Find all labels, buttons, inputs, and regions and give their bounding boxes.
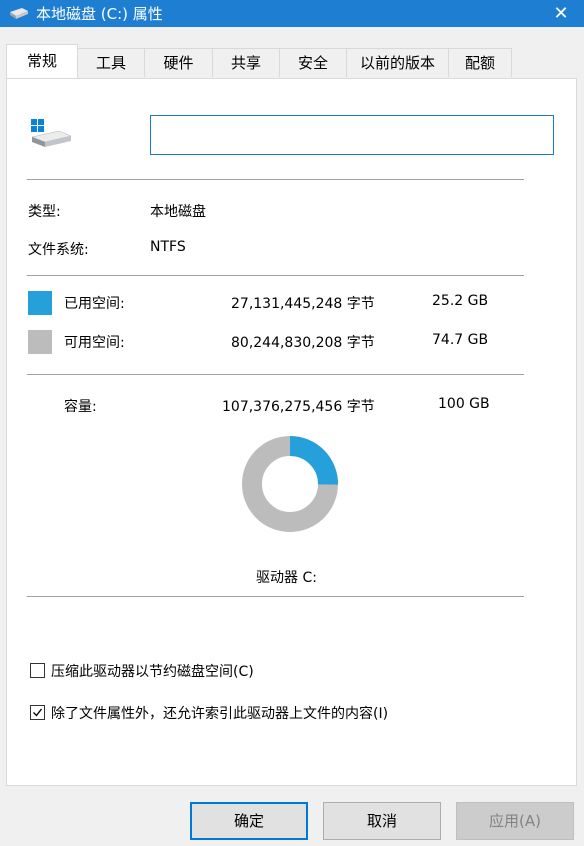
free-space-swatch	[28, 330, 52, 354]
tab-hardware[interactable]: 硬件	[144, 48, 213, 77]
donut-used-segment	[289, 436, 339, 485]
cancel-button[interactable]: 取消	[323, 802, 441, 840]
type-value: 本地磁盘	[150, 204, 206, 220]
used-space-size: 25.2 GB	[432, 293, 489, 309]
drive-icon	[10, 8, 28, 19]
separator	[27, 596, 524, 597]
checkmark-icon	[33, 708, 43, 717]
windows-drive-icon	[31, 119, 72, 147]
free-space-size: 74.7 GB	[432, 332, 489, 348]
used-space-label: 已用空间:	[64, 296, 125, 312]
drive-name-input[interactable]	[150, 115, 554, 155]
tab-general[interactable]: 常规	[6, 44, 78, 78]
filesystem-label: 文件系统:	[28, 242, 89, 258]
index-label: 除了文件属性外，还允许索引此驱动器上文件的内容(I)	[51, 706, 389, 722]
separator	[27, 275, 524, 276]
used-space-bytes: 27,131,445,248 字节	[231, 296, 375, 312]
tab-tools[interactable]: 工具	[77, 48, 145, 77]
general-panel: 类型: 本地磁盘 文件系统: NTFS 已用空间: 27,131,445,248…	[6, 78, 577, 786]
type-label: 类型:	[28, 204, 61, 220]
tab-security[interactable]: 安全	[279, 48, 347, 77]
free-space-label: 可用空间:	[64, 335, 125, 351]
tab-quota[interactable]: 配额	[448, 48, 512, 77]
index-checkbox[interactable]	[30, 705, 45, 720]
usage-donut-chart	[242, 436, 339, 532]
window-title: 本地磁盘 (C:) 属性	[36, 5, 163, 23]
capacity-size: 100 GB	[438, 396, 490, 412]
tab-strip: 常规 工具 硬件 共享 安全 以前的版本 配额	[6, 44, 578, 78]
title-bar: 本地磁盘 (C:) 属性 ✕	[0, 0, 584, 27]
drive-letter-label: 驱动器 C:	[256, 570, 317, 586]
capacity-bytes: 107,376,275,456 字节	[222, 399, 375, 415]
capacity-label: 容量:	[64, 399, 97, 415]
tab-sharing[interactable]: 共享	[212, 48, 280, 77]
separator	[27, 374, 524, 375]
close-button[interactable]: ✕	[538, 0, 584, 27]
compress-checkbox[interactable]	[30, 663, 45, 678]
apply-button[interactable]: 应用(A)	[456, 802, 574, 840]
separator	[27, 179, 524, 180]
free-space-bytes: 80,244,830,208 字节	[231, 335, 375, 351]
filesystem-value: NTFS	[150, 239, 186, 255]
tab-previous-versions[interactable]: 以前的版本	[346, 48, 449, 77]
used-space-swatch	[28, 291, 52, 315]
compress-label: 压缩此驱动器以节约磁盘空间(C)	[51, 664, 254, 680]
ok-button[interactable]: 确定	[190, 802, 308, 840]
